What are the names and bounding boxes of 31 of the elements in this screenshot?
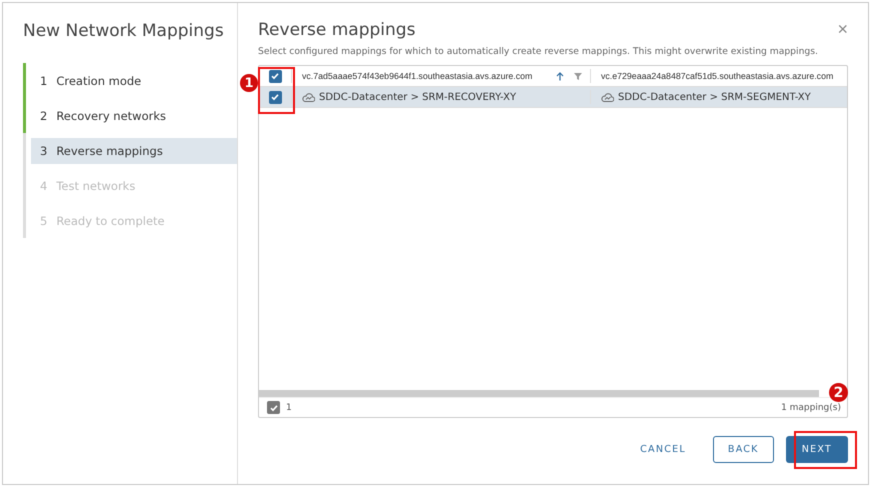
column-header[interactable]: vc.e729eaaa24a8487caf51d5.southeastasia.avs.azure.com — [601, 71, 847, 81]
wizard-button[interactable]: NEXT — [786, 436, 848, 463]
checkmark-icon — [268, 402, 278, 412]
wizard-step[interactable]: 2 Recovery networks — [31, 102, 237, 128]
sort-up-icon[interactable] — [556, 72, 564, 80]
network-icon — [601, 92, 614, 102]
filter-icon[interactable] — [574, 72, 582, 80]
highlight-frame — [794, 431, 857, 469]
scrollbar[interactable] — [259, 390, 819, 397]
page-title: Reverse mappings — [258, 20, 416, 40]
wizard-step[interactable]: 3 Reverse mappings — [31, 138, 237, 164]
network-icon — [302, 92, 315, 102]
wizard-button[interactable]: CANCEL — [625, 436, 701, 463]
checkbox[interactable] — [268, 70, 282, 82]
wizard-step[interactable]: 1 Creation mode — [31, 68, 237, 94]
highlight-frame — [258, 67, 295, 114]
wizard-button[interactable]: BACK — [712, 436, 774, 463]
checkbox[interactable] — [268, 90, 282, 104]
checkbox[interactable] — [267, 401, 280, 414]
callout-badge: 2 — [829, 383, 848, 402]
row-count: 1 mapping(s) — [781, 402, 841, 412]
callout-badge: 1 — [240, 74, 258, 92]
checkmark-icon — [270, 92, 280, 102]
close-button[interactable]: × — [837, 19, 848, 40]
checkmark-icon — [270, 71, 280, 81]
table-cell-text: SDDC-Datacenter > SRM-RECOVERY-XY — [319, 92, 518, 102]
table-cell-text: SDDC-Datacenter > SRM-SEGMENT-XY — [618, 92, 812, 102]
column-header[interactable]: vc.7ad5aaae574f43eb9644f1.southeastasia.avs.azure.com — [302, 71, 552, 81]
description: Select configured mappings for which to automatically create reverse mappings. This might overwrite existing mappings. — [258, 46, 819, 57]
wizard-title: New Network Mappings — [23, 21, 225, 41]
selected-count: 1 — [286, 402, 292, 412]
